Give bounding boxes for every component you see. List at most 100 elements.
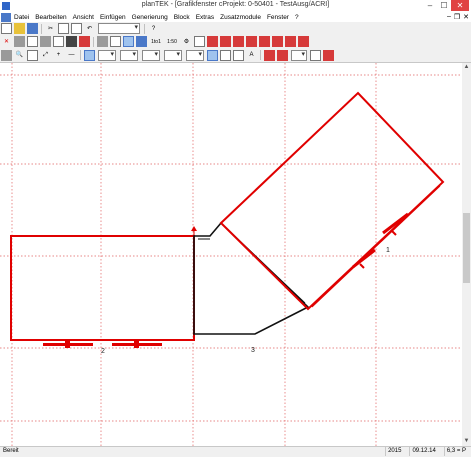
toolbar-editing: ✕ 1to1 1:50 ⚙	[0, 35, 471, 48]
line-type-select[interactable]	[120, 49, 138, 61]
help-pointer-icon[interactable]: ?	[148, 23, 159, 34]
scroll-up-icon[interactable]: ▲	[462, 63, 471, 72]
menu-datei[interactable]: Datei	[11, 13, 32, 22]
menu-bar: Datei Bearbeiten Ansicht Einfügen Generi…	[0, 12, 471, 22]
zoom-in-icon[interactable]: 🔍	[14, 50, 25, 61]
drawing-canvas[interactable]: 1 2 3	[0, 63, 463, 446]
menu-fenster[interactable]: Fenster	[264, 13, 292, 22]
mdi-minimize-icon[interactable]: –	[447, 13, 451, 21]
zoom-window-icon[interactable]	[27, 49, 38, 61]
marker-icon[interactable]	[323, 49, 334, 61]
vertical-scrollbar[interactable]: ▲ ▼	[462, 63, 471, 446]
wall-icon[interactable]	[79, 36, 90, 47]
add-icon[interactable]: +	[53, 50, 64, 61]
drawing-area[interactable]: 1 2 3	[0, 63, 462, 446]
radiator-left-a[interactable]	[43, 341, 93, 348]
dimension-select[interactable]	[291, 49, 307, 61]
line-icon[interactable]: —	[66, 50, 77, 61]
preview-icon[interactable]	[110, 36, 121, 47]
line-width-select[interactable]	[142, 49, 160, 61]
room-label-2: 2	[101, 348, 105, 355]
fill-select[interactable]	[164, 49, 182, 61]
scroll-down-icon[interactable]: ▼	[462, 437, 471, 446]
toolbar-separator	[41, 23, 42, 34]
wall-right-room[interactable]	[219, 91, 445, 311]
room-label-3: 3	[251, 347, 255, 354]
print-icon[interactable]	[97, 36, 108, 47]
wall-middle-room[interactable]	[193, 221, 310, 335]
new-file-icon[interactable]	[1, 23, 12, 34]
menu-bearbeiten[interactable]: Bearbeiten	[32, 13, 69, 22]
view-3d-icon[interactable]	[136, 36, 147, 47]
window-title: planTEK - [Grafikfenster cProjekt: 0-504…	[141, 1, 330, 8]
menu-zusatzmodule[interactable]: Zusatzmodule	[217, 13, 264, 22]
radiator-left-b[interactable]	[112, 341, 162, 348]
undo-icon[interactable]: ↶	[84, 23, 95, 34]
paste-icon[interactable]	[71, 23, 82, 34]
ortho-icon[interactable]	[220, 49, 231, 61]
wall-left-room[interactable]	[10, 235, 195, 341]
grid-icon[interactable]	[84, 49, 95, 61]
select-icon[interactable]	[14, 36, 25, 47]
view-2d-icon[interactable]	[123, 36, 134, 47]
delete-icon[interactable]: ✕	[1, 36, 12, 47]
radiator-right-a[interactable]	[382, 212, 409, 236]
door-icon[interactable]	[220, 36, 231, 47]
menu-ansicht[interactable]: Ansicht	[70, 13, 97, 22]
copy-icon[interactable]	[58, 23, 69, 34]
fill-icon[interactable]	[66, 36, 77, 47]
radiator-icon[interactable]	[259, 36, 270, 47]
scroll-thumb[interactable]	[463, 213, 470, 283]
mirror-icon[interactable]	[53, 36, 64, 47]
layer-color-select[interactable]	[186, 49, 204, 61]
toolbar-separator	[80, 50, 81, 60]
hatch-icon[interactable]	[207, 36, 218, 47]
mdi-restore-icon[interactable]: ❐	[454, 13, 460, 21]
window-element-icon[interactable]	[233, 36, 244, 47]
cut-icon[interactable]: ✂	[45, 23, 56, 34]
menu-einfuegen[interactable]: Einfügen	[97, 13, 129, 22]
radiator-right-b[interactable]	[352, 248, 376, 269]
wall-marker-arrow	[191, 226, 197, 231]
menu-help[interactable]: ?	[292, 13, 302, 22]
frame-icon[interactable]	[27, 36, 38, 47]
status-date: 09.12.14	[409, 447, 437, 456]
mdi-controls: – ❐ ✕	[447, 13, 471, 21]
zoom-1to1-button[interactable]: 1to1	[149, 36, 163, 47]
pan-icon[interactable]	[1, 49, 12, 61]
dimension-icon[interactable]	[264, 49, 275, 61]
room-label-1: 1	[386, 247, 390, 254]
mdi-close-icon[interactable]: ✕	[463, 13, 469, 21]
minimize-icon[interactable]: –	[423, 0, 437, 11]
open-folder-icon[interactable]	[14, 23, 25, 34]
status-panels: 2015 09.12.14 6,3 = P	[385, 447, 468, 456]
text-icon[interactable]: A	[246, 50, 257, 61]
copy-object-icon[interactable]	[40, 36, 51, 47]
fitting-icon[interactable]	[298, 36, 309, 47]
pages-icon[interactable]	[194, 36, 205, 47]
save-icon[interactable]	[27, 23, 38, 34]
line-color-select[interactable]	[98, 49, 116, 61]
menu-block[interactable]: Block	[171, 13, 193, 22]
menu-generierung[interactable]: Generierung	[129, 13, 171, 22]
label-icon[interactable]	[277, 49, 288, 61]
document-icon[interactable]	[1, 12, 11, 22]
snap-icon[interactable]	[207, 49, 218, 61]
pipe-icon[interactable]	[272, 36, 283, 47]
status-bar: Bereit 2015 09.12.14 6,3 = P	[0, 446, 471, 457]
align-icon[interactable]	[233, 49, 244, 61]
menu-extras[interactable]: Extras	[193, 13, 217, 22]
zoom-all-icon[interactable]: ⤢	[40, 50, 51, 61]
symbol-icon[interactable]	[310, 49, 321, 61]
opening-icon[interactable]	[246, 36, 257, 47]
maximize-icon[interactable]: ☐	[437, 0, 451, 11]
valve-icon[interactable]	[285, 36, 296, 47]
close-icon[interactable]: ✕	[451, 0, 469, 11]
status-zoom: 6,3 = P	[443, 447, 468, 456]
window-controls: – ☐ ✕	[423, 0, 469, 11]
layer-select[interactable]	[98, 23, 140, 34]
toolbar-separator	[93, 36, 94, 47]
zoom-scale-button[interactable]: 1:50	[165, 36, 179, 47]
toolbar-drawing: 🔍 ⤢ + — A	[0, 48, 471, 63]
settings-icon[interactable]: ⚙	[181, 36, 192, 47]
